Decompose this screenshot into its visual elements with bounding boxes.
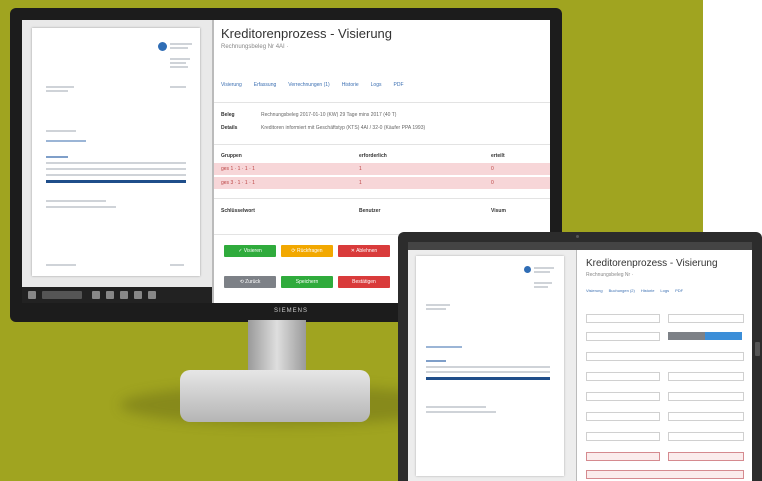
form-field[interactable] [586, 352, 744, 361]
form-field[interactable] [586, 332, 660, 341]
tab-visierung[interactable]: Visierung [221, 82, 242, 88]
tab-historie[interactable]: Historie [342, 82, 359, 88]
table-row[interactable]: ges 1 · 1 · 1 · 1 1 0 [214, 163, 550, 175]
page-title: Kreditorenprozess - Visierung [221, 26, 393, 41]
tab-pdf[interactable]: PDF [394, 82, 404, 88]
page-title: Kreditorenprozess - Visierung [586, 258, 718, 269]
taskbar-app-icon[interactable] [120, 291, 128, 299]
form-field-error[interactable] [668, 452, 744, 461]
page-subtitle: Rechnungsbeleg Nr 4AI · [221, 44, 289, 50]
windows-taskbar [22, 287, 212, 303]
form-field[interactable] [668, 314, 744, 323]
tab-verrechnungen[interactable]: Verrechnungen (1) [288, 82, 329, 88]
bestaetigen-button[interactable]: Bestätigen [338, 276, 390, 288]
zurueck-button[interactable]: ⟲ Zurück [224, 276, 276, 288]
monitor-brand-logo: SIEMENS [274, 308, 309, 314]
tab-bar: Visierung Buchungen (2) Historie Logs PD… [586, 288, 683, 293]
ablehnen-button[interactable]: ✕ Ablehnen [338, 245, 390, 257]
form-field[interactable] [668, 412, 744, 421]
pdf-viewer-pane[interactable] [22, 20, 214, 303]
monitor-stand-base [180, 370, 370, 422]
tab-logs[interactable]: Logs [660, 288, 669, 293]
table-row[interactable]: ges 3 · 1 · 1 · 1 1 0 [214, 177, 550, 189]
laptop-pdf-viewer-pane[interactable] [408, 250, 577, 481]
taskbar-app-icon[interactable] [92, 291, 100, 299]
company-logo-icon [524, 266, 531, 273]
form-field[interactable] [668, 392, 744, 401]
taskbar-app-icon[interactable] [106, 291, 114, 299]
rueckfragen-button[interactable]: ⟳ Rückfragen [281, 245, 333, 257]
form-field[interactable] [586, 372, 660, 381]
speichern-button[interactable]: Speichern [281, 276, 333, 288]
tab-erfassung[interactable]: Erfassung [254, 82, 277, 88]
laptop-screen: Kreditorenprozess - Visierung Rechnungsb… [408, 242, 752, 481]
tab-bar: Visierung Erfassung Verrechnungen (1) Hi… [221, 82, 404, 88]
segment-button[interactable] [668, 332, 705, 340]
invoice-page [32, 28, 200, 276]
laptop-visierung-app: Kreditorenprozess - Visierung Rechnungsb… [580, 250, 752, 481]
form-field[interactable] [668, 372, 744, 381]
form-field-error[interactable] [586, 452, 660, 461]
company-logo-icon [158, 42, 167, 51]
tab-visierung[interactable]: Visierung [586, 288, 603, 293]
browser-toolbar [408, 242, 752, 250]
visieren-button[interactable]: ✓ Visieren [224, 245, 276, 257]
taskbar-app-icon[interactable] [148, 291, 156, 299]
device-side-button [755, 342, 760, 356]
laptop-device: Kreditorenprozess - Visierung Rechnungsb… [398, 232, 762, 481]
tab-pdf[interactable]: PDF [675, 288, 683, 293]
invoice-page [416, 256, 564, 476]
taskbar-search-box[interactable] [42, 291, 82, 299]
form-field[interactable] [586, 314, 660, 323]
form-field[interactable] [586, 392, 660, 401]
form-field[interactable] [668, 432, 744, 441]
windows-start-icon[interactable] [28, 291, 36, 299]
taskbar-app-icon[interactable] [134, 291, 142, 299]
webcam-icon [576, 235, 579, 238]
page-subtitle: Rechnungsbeleg Nr · [586, 272, 634, 278]
tab-historie[interactable]: Historie [641, 288, 655, 293]
info-row-beleg: Beleg Rechnungsbeleg 2017-01-10 (KW) 29 T… [221, 112, 397, 118]
form-field[interactable] [586, 432, 660, 441]
segment-button-active[interactable] [705, 332, 742, 340]
tab-buchungen[interactable]: Buchungen (2) [609, 288, 635, 293]
info-row-details: Details Kreditoren informiert mit Geschäf… [221, 125, 426, 131]
form-field-error[interactable] [586, 470, 744, 479]
form-field[interactable] [586, 412, 660, 421]
tab-logs[interactable]: Logs [371, 82, 382, 88]
